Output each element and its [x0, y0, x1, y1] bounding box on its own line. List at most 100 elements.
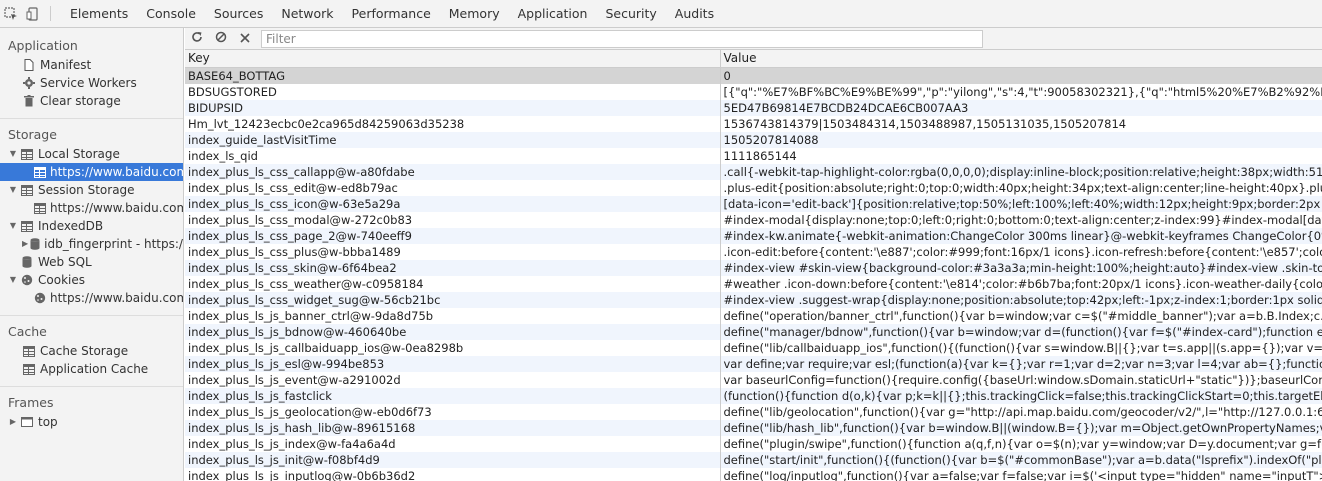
expand-arrow-icon[interactable]: ▼ [8, 145, 18, 163]
cell-key[interactable]: index_plus_ls_js_index@w-fa4a6a4d [185, 435, 721, 452]
cell-key[interactable]: index_ls_qid [185, 147, 721, 164]
cell-value[interactable]: define("lib/callbaiduapp_ios",function()… [720, 340, 1322, 356]
tab-elements[interactable]: Elements [61, 0, 137, 27]
cell-key[interactable]: index_plus_ls_js_inputlog@w-0b6b36d2 [185, 467, 721, 481]
table-row[interactable]: index_plus_ls_js_inputlog@w-0b6b36d2 defi… [185, 467, 1322, 481]
cell-value[interactable]: .plus-edit{position:absolute;right:0;top… [720, 180, 1322, 196]
table-row[interactable]: index_plus_ls_css_page_2@w-740eeff9 #inde… [185, 227, 1322, 244]
table-row[interactable]: index_plus_ls_js_bdnow@w-460640be define(… [185, 323, 1322, 340]
sidebar-item-session-storage-origin[interactable]: https://www.baidu.com [0, 199, 183, 217]
cell-key[interactable]: index_plus_ls_css_icon@w-63e5a29a [185, 195, 721, 212]
table-row[interactable]: index_plus_ls_js_geolocation@w-eb0d6f73 d… [185, 403, 1322, 420]
tab-application[interactable]: Application [509, 0, 597, 27]
delete-selected-button[interactable] [233, 29, 257, 49]
cell-value[interactable]: 0 [720, 67, 1322, 84]
sidebar-item-frame-top[interactable]: ▶ top [0, 413, 183, 431]
cell-value[interactable]: define("lib/hash_lib",function(){var b=w… [720, 419, 1322, 436]
expand-arrow-icon[interactable]: ▼ [8, 271, 18, 289]
table-row[interactable]: index_plus_ls_css_plus@w-bbba1489 .icon-e… [185, 243, 1322, 260]
column-header-value[interactable]: Value [720, 50, 1322, 68]
table-row[interactable]: index_plus_ls_css_modal@w-272c0b83 #index… [185, 211, 1322, 228]
cell-value[interactable]: [data-icon='edit-back']{position:relativ… [720, 195, 1322, 212]
cell-key[interactable]: BIDUPSID [185, 99, 721, 116]
sidebar-item-cookies[interactable]: ▼ Cookies [0, 271, 183, 289]
cell-key[interactable]: index_plus_ls_js_callbaiduapp_ios@w-0ea8… [185, 339, 721, 356]
sidebar-item-manifest[interactable]: Manifest [0, 56, 183, 74]
sidebar-item-cache-storage[interactable]: Cache Storage [0, 342, 183, 360]
refresh-button[interactable] [185, 29, 209, 49]
table-row[interactable]: index_plus_ls_css_widget_sug@w-56cb21bc #… [185, 291, 1322, 308]
inspect-element-icon[interactable] [0, 0, 22, 27]
tab-performance[interactable]: Performance [343, 0, 440, 27]
cell-key[interactable]: index_plus_ls_css_page_2@w-740eeff9 [185, 227, 721, 244]
cell-key[interactable]: index_plus_ls_js_fastclick [185, 387, 721, 404]
cell-value[interactable]: (function(){function d(o,k){var p;k=k||{… [720, 387, 1322, 404]
table-row[interactable]: index_plus_ls_js_index@w-fa4a6a4d define(… [185, 435, 1322, 452]
cell-key[interactable]: index_plus_ls_css_plus@w-bbba1489 [185, 243, 721, 260]
collapse-arrow-icon[interactable]: ▶ [8, 413, 18, 431]
cell-key[interactable]: index_plus_ls_css_callapp@w-a80fdabe [185, 163, 721, 180]
table-row[interactable]: BASE64_BOTTAG 0 [185, 67, 1322, 84]
cell-key[interactable]: index_guide_lastVisitTime [185, 131, 721, 148]
table-row[interactable]: index_plus_ls_js_banner_ctrl@w-9da8d75b d… [185, 307, 1322, 324]
table-row[interactable]: index_plus_ls_css_weather@w-c0958184 #wea… [185, 275, 1322, 292]
cell-key[interactable]: index_plus_ls_css_edit@w-ed8b79ac [185, 179, 721, 196]
sidebar-item-indexeddb[interactable]: ▼ IndexedDB [0, 217, 183, 235]
cell-key[interactable]: index_plus_ls_js_hash_lib@w-89615168 [185, 419, 721, 436]
tab-audits[interactable]: Audits [666, 0, 723, 27]
cell-key[interactable]: BASE64_BOTTAG [185, 67, 721, 84]
cell-value[interactable]: define("log/inputlog",function(){var a=f… [720, 468, 1322, 481]
cell-value[interactable]: define("operation/banner_ctrl",function(… [720, 308, 1322, 324]
filter-input[interactable] [261, 29, 983, 48]
sidebar-item-clear-storage[interactable]: Clear storage [0, 92, 183, 110]
table-row[interactable]: index_plus_ls_js_event@w-a291002d var bas… [185, 371, 1322, 388]
cell-value[interactable]: define("start/init",function(){(function… [720, 451, 1322, 468]
table-row[interactable]: index_plus_ls_js_init@w-f08bf4d9 define("… [185, 451, 1322, 468]
tab-sources[interactable]: Sources [205, 0, 272, 27]
cell-key[interactable]: index_plus_ls_js_geolocation@w-eb0d6f73 [185, 403, 721, 420]
table-row[interactable]: BIDUPSID 5ED47B69814E7BCDB24DCAE6CB007AA3 [185, 99, 1322, 116]
tab-memory[interactable]: Memory [440, 0, 509, 27]
table-row[interactable]: index_plus_ls_css_icon@w-63e5a29a [data-i… [185, 195, 1322, 212]
cell-value[interactable]: define("manager/bdnow",function(){var b=… [720, 323, 1322, 340]
cell-value[interactable]: 1111865144 [720, 148, 1322, 164]
collapse-arrow-icon[interactable]: ▶ [22, 235, 28, 253]
sidebar-item-session-storage[interactable]: ▼ Session Storage [0, 181, 183, 199]
cell-value[interactable]: #index-view .suggest-wrap{display:none;p… [720, 291, 1322, 308]
cell-key[interactable]: index_plus_ls_css_modal@w-272c0b83 [185, 211, 721, 228]
sidebar-item-cookies-origin[interactable]: https://www.baidu.com [0, 289, 183, 307]
cell-key[interactable]: Hm_lvt_12423ecbc0e2ca965d84259063d35238 [185, 115, 721, 132]
table-row[interactable]: index_guide_lastVisitTime 1505207814088 [185, 131, 1322, 148]
cell-value[interactable]: 5ED47B69814E7BCDB24DCAE6CB007AA3 [720, 99, 1322, 116]
sidebar-item-websql[interactable]: Web SQL [0, 253, 183, 271]
table-row[interactable]: index_ls_qid 1111865144 [185, 147, 1322, 164]
table-row[interactable]: index_plus_ls_js_callbaiduapp_ios@w-0ea8… [185, 339, 1322, 356]
table-row[interactable]: index_plus_ls_css_skin@w-6f64bea2 #index-… [185, 259, 1322, 276]
cell-value[interactable]: #index-view #skin-view{background-color:… [720, 259, 1322, 276]
cell-value[interactable]: var baseurlConfig=function(){require.con… [720, 372, 1322, 388]
table-row[interactable]: index_plus_ls_css_edit@w-ed8b79ac .plus-e… [185, 179, 1322, 196]
cell-value[interactable]: define("lib/geolocation",function(){var … [720, 404, 1322, 420]
cell-value[interactable]: #weather .icon-down:before{content:'\e81… [720, 276, 1322, 292]
cell-value[interactable]: define("plugin/swipe",function(){functio… [720, 436, 1322, 452]
cell-value[interactable]: #index-kw.animate{-webkit-animation:Chan… [720, 227, 1322, 244]
cell-value[interactable]: 1536743814379|1503484314,1503488987,1505… [720, 116, 1322, 132]
cell-key[interactable]: index_plus_ls_css_skin@w-6f64bea2 [185, 259, 721, 276]
clear-all-button[interactable] [209, 29, 233, 49]
cell-value[interactable]: [{"q":"%E7%BF%BC%E9%BE%99","p":"yilong",… [720, 84, 1322, 100]
sidebar-item-local-storage-origin[interactable]: https://www.baidu.com [0, 163, 183, 181]
expand-arrow-icon[interactable]: ▼ [8, 181, 18, 199]
cell-key[interactable]: index_plus_ls_js_esl@w-994be853 [185, 355, 721, 372]
sidebar-item-service-workers[interactable]: Service Workers [0, 74, 183, 92]
cell-key[interactable]: index_plus_ls_js_banner_ctrl@w-9da8d75b [185, 307, 721, 324]
tab-security[interactable]: Security [596, 0, 665, 27]
device-toolbar-icon[interactable] [22, 0, 44, 27]
cell-key[interactable]: index_plus_ls_js_bdnow@w-460640be [185, 323, 721, 340]
cell-value[interactable]: #index-modal{display:none;top:0;left:0;r… [720, 212, 1322, 228]
cell-key[interactable]: index_plus_ls_css_widget_sug@w-56cb21bc [185, 291, 721, 308]
cell-key[interactable]: index_plus_ls_js_init@w-f08bf4d9 [185, 451, 721, 468]
sidebar-item-idb-fingerprint[interactable]: ▶ idb_fingerprint - https://www.baidu.co… [0, 235, 183, 253]
cell-key[interactable]: index_plus_ls_js_event@w-a291002d [185, 371, 721, 388]
cell-value[interactable]: var define;var require;var esl;(function… [720, 355, 1322, 372]
column-header-key[interactable]: Key [185, 50, 721, 68]
